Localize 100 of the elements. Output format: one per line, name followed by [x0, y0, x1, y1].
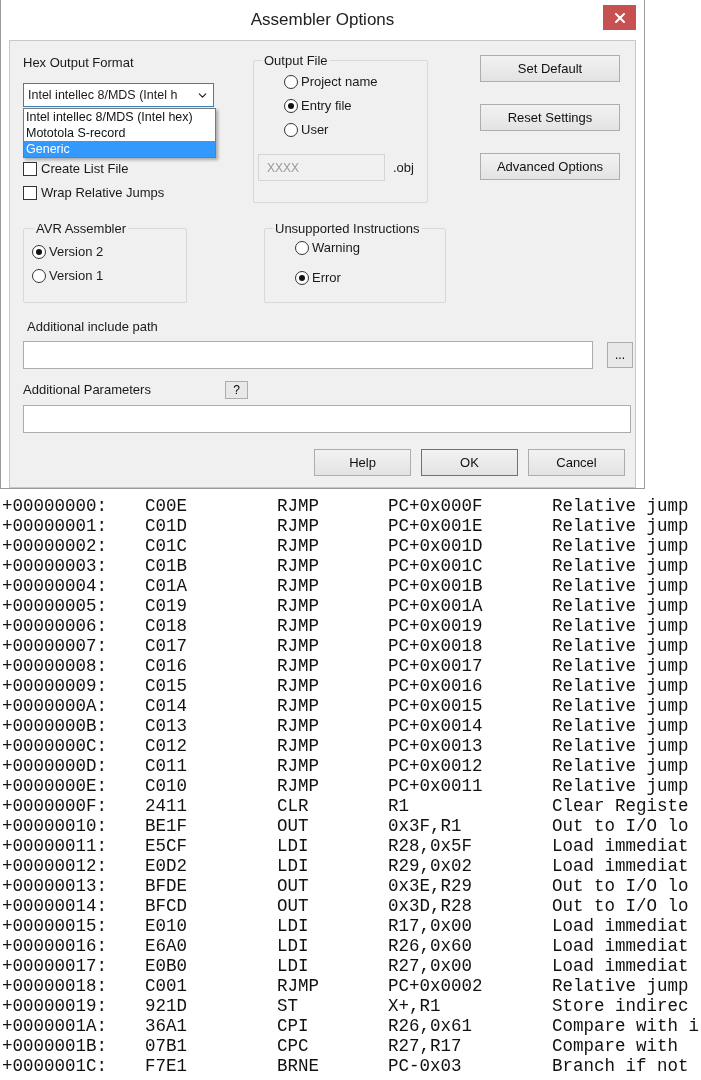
mnemonic-cell-text: RJMP: [277, 756, 320, 776]
mnemonic-cell-text: LDI: [277, 936, 310, 956]
parameters-field[interactable]: [23, 405, 631, 433]
include-path-field[interactable]: [23, 341, 593, 369]
opcode-cell-text: E5CF: [145, 836, 188, 856]
operand-cell-text: R27,0x00: [388, 956, 473, 976]
comment-cell-text: Branch if not: [552, 1056, 690, 1076]
close-button[interactable]: [603, 5, 636, 30]
operand-cell-text: PC+0x000F: [388, 496, 484, 516]
mnemonic-cell-text: LDI: [277, 836, 310, 856]
operand-cell-text: PC+0x001C: [388, 556, 484, 576]
comment-cell-text: Relative jump: [552, 616, 690, 636]
checkbox-label: Wrap Relative Jumps: [41, 185, 165, 201]
radio-label: Warning: [312, 240, 360, 256]
comment-cell-text: Store indirec: [552, 996, 690, 1016]
radio-label: Error: [312, 270, 341, 286]
address-cell-text: +00000015:: [2, 916, 109, 936]
opcode-cell-text: C011: [145, 756, 188, 776]
dialog-button[interactable]: Help: [314, 449, 411, 476]
comment-cell-text: Out to I/O lo: [552, 896, 690, 916]
address-cell-text: +00000019:: [2, 996, 109, 1016]
radio-button[interactable]: [32, 269, 46, 283]
mnemonic-cell-text: RJMP: [277, 556, 320, 576]
mnemonic-cell-text: BRNE: [277, 1056, 320, 1076]
opcode-cell-text: E0D2: [145, 856, 188, 876]
dropdown-option[interactable]: Mototola S-record: [24, 125, 215, 141]
mnemonic-cell-text: RJMP: [277, 676, 320, 696]
address-cell-text: +00000010:: [2, 816, 109, 836]
operand-cell-text: 0x3F,R1: [388, 816, 463, 836]
address-cell-text: +00000000:: [2, 496, 109, 516]
opcode-cell-text: C01C: [145, 536, 188, 556]
opcode-cell-text: E6A0: [145, 936, 188, 956]
option-button[interactable]: Reset Settings: [480, 104, 620, 131]
operand-cell-text: PC+0x001E: [388, 516, 484, 536]
address-cell-text: +00000003:: [2, 556, 109, 576]
browse-button[interactable]: ...: [607, 342, 633, 368]
address-cell-text: +0000001C:: [2, 1056, 109, 1076]
dropdown[interactable]: Intel intellec 8/MDS (Intel h: [23, 83, 214, 107]
mnemonic-cell-text: CPC: [277, 1036, 310, 1056]
radio-button[interactable]: [295, 241, 309, 255]
operand-cell-text: R29,0x02: [388, 856, 473, 876]
address-cell-text: +00000012:: [2, 856, 109, 876]
radio-button[interactable]: [295, 271, 309, 285]
comment-cell-text: Clear Registe: [552, 796, 690, 816]
radio-button[interactable]: [284, 99, 298, 113]
comment-cell-text: Load immediat: [552, 936, 690, 956]
address-cell-text: +00000001:: [2, 516, 109, 536]
radio-button[interactable]: [284, 75, 298, 89]
mnemonic-cell-text: RJMP: [277, 716, 320, 736]
comment-cell-text: Relative jump: [552, 536, 690, 556]
dialog-button[interactable]: OK: [421, 449, 518, 476]
address-cell-text: +00000008:: [2, 656, 109, 676]
comment-cell: Compare with i: [552, 1016, 701, 1036]
opcode-cell-text: C018: [145, 616, 188, 636]
option-button[interactable]: Set Default: [480, 55, 620, 82]
operand-cell-text: PC+0x0017: [388, 656, 484, 676]
operand-cell-text: PC+0x0015: [388, 696, 484, 716]
address-cell-text: +00000017:: [2, 956, 109, 976]
operand-cell-text: R1: [388, 796, 410, 816]
address-cell-text: +00000006:: [2, 616, 109, 636]
mnemonic-cell-text: RJMP: [277, 656, 320, 676]
checkbox[interactable]: [23, 162, 37, 176]
option-button[interactable]: Advanced Options: [480, 153, 620, 180]
operand-cell-text: R17,0x00: [388, 916, 473, 936]
radio-button[interactable]: [284, 123, 298, 137]
radio-label: Version 1: [49, 268, 104, 284]
comment-cell-text: Relative jump: [552, 576, 690, 596]
comment-cell-text: Load immediat: [552, 916, 690, 936]
checkbox[interactable]: [23, 186, 37, 200]
checkbox-label: Create List File: [41, 161, 129, 177]
comment-cell-text: Load immediat: [552, 856, 690, 876]
operand-cell-text: 0x3E,R29: [388, 876, 473, 896]
operand-cell-text: PC+0x001D: [388, 536, 484, 556]
mnemonic-cell-text: RJMP: [277, 736, 320, 756]
opcode-cell-text: C010: [145, 776, 188, 796]
address-cell-text: +0000001B:: [2, 1036, 109, 1056]
address-cell-text: +0000000C:: [2, 736, 109, 756]
mnemonic-cell-text: RJMP: [277, 636, 320, 656]
mnemonic-cell-text: LDI: [277, 916, 310, 936]
address-cell-text: +00000004:: [2, 576, 109, 596]
dropdown-option[interactable]: Intel intellec 8/MDS (Intel hex): [24, 109, 215, 125]
opcode-cell-text: C01B: [145, 556, 188, 576]
mnemonic-cell-text: LDI: [277, 856, 310, 876]
comment-cell-text: Load immediat: [552, 956, 690, 976]
opcode-cell-text: C01A: [145, 576, 188, 596]
window-title: Assembler Options: [250, 10, 395, 30]
address-cell-text: +00000002:: [2, 536, 109, 556]
comment-cell-text: Relative jump: [552, 756, 690, 776]
radio-button[interactable]: [32, 245, 46, 259]
opcode-cell-text: BE1F: [145, 816, 188, 836]
field-label: Hex Output Format: [23, 55, 135, 71]
radio-label: Entry file: [301, 98, 352, 114]
comment-cell-text: Relative jump: [552, 636, 690, 656]
comment-cell-text: Relative jump: [552, 496, 690, 516]
address-cell-text: +00000005:: [2, 596, 109, 616]
dialog-button[interactable]: Cancel: [528, 449, 625, 476]
help-button[interactable]: ?: [225, 381, 248, 399]
operand-cell-text: PC-0x03: [388, 1056, 463, 1076]
opcode-cell-text: BFDE: [145, 876, 188, 896]
comment-cell-text: Relative jump: [552, 596, 690, 616]
